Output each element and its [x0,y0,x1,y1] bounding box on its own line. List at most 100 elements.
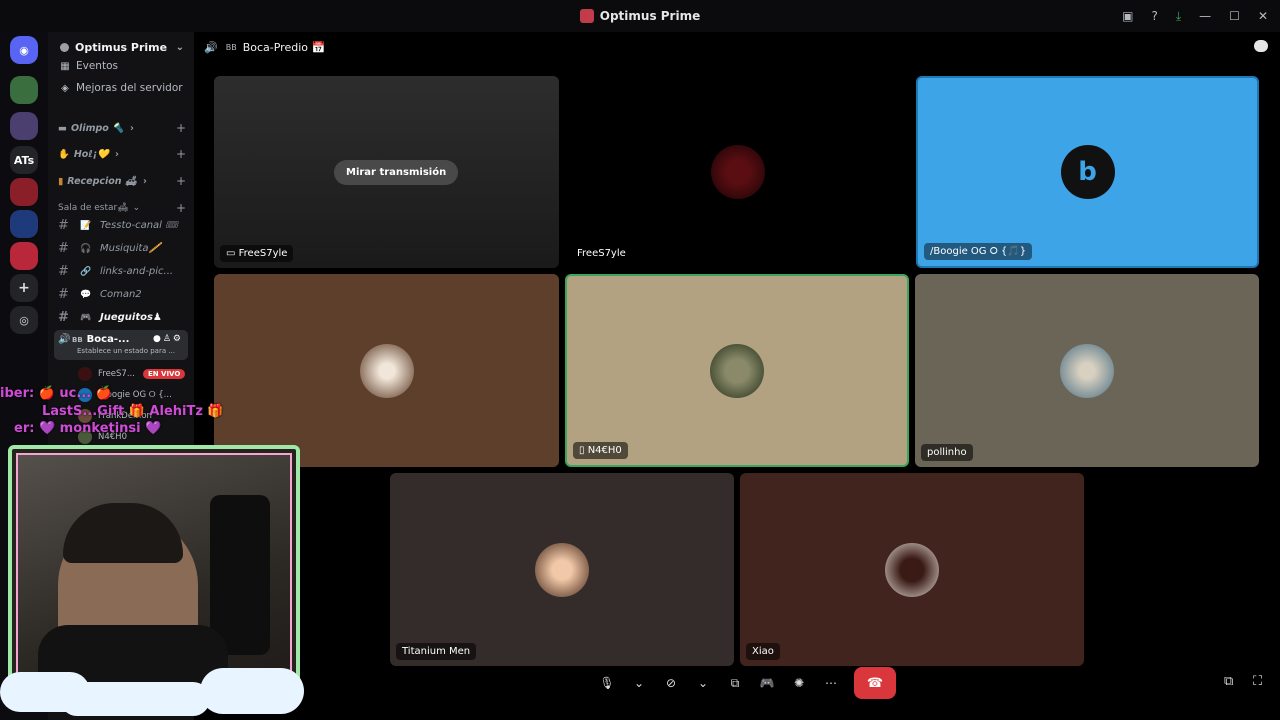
channel-header: 🔊 BB Boca-Predio 📅 [194,32,1280,62]
server-icon[interactable] [10,112,38,140]
pollinho-tile[interactable]: pollinho [915,274,1259,467]
channel-prefix: BB [225,42,237,52]
avatar [359,343,414,398]
speaker-icon: 🔊 [58,334,71,345]
chair [210,495,270,655]
titanium-tile[interactable]: Titanium Men [390,473,734,666]
tile-name-label: ▯ N4€H0 [573,442,628,459]
boosts-label: Mejoras del servidor [76,82,183,94]
server-icon[interactable] [10,178,38,206]
tile-name: N4€H0 [587,445,622,456]
help-icon[interactable]: ? [1151,9,1157,23]
add-channel-icon[interactable]: + [176,201,186,215]
chevron-down-icon[interactable]: ⌄ [630,676,648,690]
tile-name: Xiao [746,643,780,660]
fullscreen-icon[interactable]: ⛶ [1253,674,1262,689]
channel-label: Musiquita🪈 [100,243,161,254]
screen-share-icon[interactable]: ⧉ [726,676,744,691]
server-icon[interactable] [10,76,38,104]
soundboard-icon[interactable]: ✺ [790,676,808,690]
folder-icon: ▬ [58,122,67,134]
channel-emoji: 📝 [80,220,92,231]
webcam-frame [16,453,292,703]
channel-label: Tessto-canal 🎟 [100,220,178,231]
server-header[interactable]: Optimus Prime ⌄ [48,32,194,62]
avatar [535,542,589,597]
server-icon[interactable] [10,210,38,238]
title-bar-controls: ▣ ? ⤓ — ☐ ✕ [1122,0,1268,32]
channel-label: links-and-pic... [100,266,174,277]
disconnect-button[interactable]: ☎ [854,667,896,699]
activities-icon[interactable]: 🎮 [758,676,776,690]
add-channel-icon[interactable]: + [176,121,186,135]
call-controls: 🎙 ⌄ ⊘ ⌄ ⧉ 🎮 ✺ ⋯ ☎ [598,667,896,699]
category-hoi[interactable]: ✋ Hoℓ¡💛 › + [58,147,186,161]
chevron-down-icon: ⌄ [175,41,184,53]
channel-musiquita[interactable]: # 🎧 Musiquita🪈 [58,241,161,256]
mobile-icon: ▯ [579,445,588,456]
category-recepcion[interactable]: ▮ Recepcion 🛋 › + [58,174,186,188]
channel-emoji: 🔗 [80,266,92,277]
voice-status-placeholder[interactable]: Establece un estado para ... [77,347,175,355]
microphone-icon[interactable]: 🎙 [598,676,616,690]
avatar [1060,343,1114,398]
camera-off-icon[interactable]: ⊘ [662,676,680,690]
channel-label: Coman2 [100,289,142,300]
chat-icon[interactable] [1254,40,1268,52]
home-button[interactable]: ◉ [10,36,38,64]
cloud-decoration [60,682,210,716]
server-boosts-item[interactable]: ◈ Mejoras del servidor [58,82,183,94]
hash-icon: # [58,287,69,302]
channel-tessto[interactable]: # 📝 Tessto-canal 🎟 [58,218,178,233]
channel-coman2[interactable]: # 💬 Coman2 [58,287,142,302]
server-icon[interactable] [10,242,38,270]
server-ats[interactable]: ATs [10,146,38,174]
overlay-line: er: 💜 monketinsi 💜 [14,421,162,436]
discover-icon[interactable]: ◎ [10,306,38,334]
xiao-tile[interactable]: Xiao [740,473,1084,666]
frank-tile[interactable] [214,274,559,467]
app-icon [579,9,594,23]
minimize-button[interactable]: — [1199,9,1211,23]
watch-stream-button[interactable]: Mirar transmisión [334,160,459,185]
channel-emoji: 🎮 [80,312,92,323]
channel-emoji: 🎧 [80,243,92,254]
tile-name: FreeS7yle [577,248,626,259]
boogie-tile[interactable]: b /Boogie OG ⭘ {🎵} [916,76,1259,268]
tile-name-label: ▭ FreeS7yle [220,245,294,262]
overlay-line: iber: 🍎 uc... 🍎 [0,386,112,401]
category-label: Recepcion 🛋 [67,175,137,187]
channel-links[interactable]: # 🔗 links-and-pic... [58,264,173,279]
add-channel-icon[interactable]: + [176,147,186,161]
n4echo-tile[interactable]: ▯ N4€H0 [565,274,909,467]
voice-channel-controls[interactable]: ●♙⚙ [153,334,183,344]
channel-jueguitos[interactable]: # 🎮 Jueguitos♟ [58,310,162,325]
stream-tile[interactable]: Mirar transmisión ▭ FreeS7yle [214,76,559,268]
add-server-icon[interactable]: + [10,274,38,302]
close-button[interactable]: ✕ [1258,9,1268,23]
inbox-icon[interactable]: ▣ [1122,9,1133,23]
events-item[interactable]: ▦ Eventos [58,60,118,72]
channel-label: Jueguitos♟ [100,312,162,323]
category-sala-de-estar[interactable]: Sala de estar🛋 ⌄ + [58,201,186,215]
voice-channel-name: BB Boca-... [72,334,129,345]
chevron-down-icon[interactable]: ⌄ [694,676,712,690]
live-badge: EN VIVO [142,369,186,379]
popout-icon[interactable]: ⧉ [1224,674,1233,689]
voice-user[interactable]: FreeS7... EN VIVO [78,367,186,381]
avatar [78,367,92,381]
voice-channel-prefix: BB [72,336,83,344]
voice-channel-active[interactable]: 🔊 BB Boca-... ●♙⚙ Establece un estado par… [54,330,188,360]
more-icon[interactable]: ⋯ [822,676,840,690]
maximize-button[interactable]: ☐ [1229,9,1240,23]
avatar [885,542,939,597]
add-channel-icon[interactable]: + [176,174,186,188]
download-icon[interactable]: ⤓ [1176,9,1181,24]
door-icon: ▮ [58,175,64,187]
camera-tile[interactable]: FreeS7yle [565,76,910,268]
hash-icon: # [58,218,69,233]
category-label: Sala de estar🛋 [58,203,129,213]
category-olimpo[interactable]: ▬ Olimpo 🔦 › + [58,121,186,135]
avatar [710,145,765,199]
tile-name: Titanium Men [396,643,477,660]
